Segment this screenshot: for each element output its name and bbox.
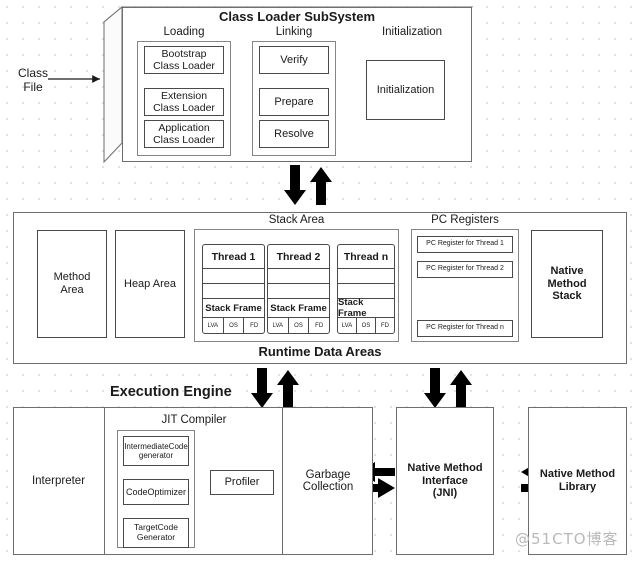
verify-step-label: Verify <box>280 53 308 66</box>
resolve-step[interactable]: Resolve <box>259 120 329 148</box>
native-method-library-line2: Library <box>558 481 597 493</box>
watermark: @51CTO博客 <box>515 530 619 548</box>
thread-n-name: Thread n <box>338 245 394 269</box>
native-method-stack-line1: Native <box>550 265 584 278</box>
thread-1-cell-lva: LVA <box>203 318 224 333</box>
native-method-interface-line1: Native Method <box>407 462 483 475</box>
pc-register-thread-2[interactable]: PC Register for Thread 2 <box>417 261 513 278</box>
thread-n-cell-lva: LVA <box>338 318 357 333</box>
linking-phase-title: Linking <box>275 26 313 38</box>
profiler-label: Profiler <box>224 476 260 489</box>
resolve-step-label: Resolve <box>274 127 314 140</box>
verify-step[interactable]: Verify <box>259 46 329 74</box>
initialization-box-label: Initialization <box>376 83 435 96</box>
thread-n-cell-fd: FD <box>381 322 389 329</box>
thread-2-stack-frame: Stack Frame <box>268 299 329 318</box>
jit-compiler-title: JIT Compiler <box>161 414 227 426</box>
garbage-collection-cell[interactable]: Garbage Collection <box>283 407 373 555</box>
application-class-loader-line2: Class Loader <box>153 134 215 146</box>
bootstrap-class-loader-line2: Class Loader <box>153 60 215 72</box>
prepare-step-label: Prepare <box>274 95 314 108</box>
intermediate-code-generator-line2: generator <box>138 451 174 460</box>
method-area-line1: Method <box>53 271 91 284</box>
code-optimizer-label: CodeOptimizer <box>125 486 187 497</box>
runtime-data-areas-title: Runtime Data Areas <box>258 344 382 359</box>
interpreter-cell[interactable]: Interpreter <box>13 407 105 555</box>
pc-registers-title: PC Registers <box>431 214 499 226</box>
native-method-stack-line2: Method <box>547 277 587 290</box>
thread-n-empty-slot-1 <box>338 269 394 284</box>
intermediate-code-generator-line1: IntermediateCode <box>124 441 188 451</box>
heap-area-label: Heap Area <box>124 277 176 290</box>
thread-1-stack[interactable]: Thread 1 Stack Frame LVA OS FD <box>202 244 265 334</box>
native-method-interface[interactable]: Native Method Interface (JNI) <box>396 407 494 555</box>
native-method-library-line1: Native Method <box>539 468 616 481</box>
pc-register-thread-n[interactable]: PC Register for Thread n <box>417 320 513 337</box>
thread-2-name: Thread 2 <box>268 245 329 269</box>
target-code-generator-line2: Generator <box>136 532 176 542</box>
native-method-stack-line3: Stack <box>552 290 582 303</box>
garbage-collection-line2: Collection <box>302 481 354 493</box>
thread-2-cell-lva: LVA <box>268 318 289 333</box>
thread-2-stack[interactable]: Thread 2 Stack Frame LVA OS FD <box>267 244 330 334</box>
initialization-box[interactable]: Initialization <box>366 60 445 120</box>
thread-1-stack-frame: Stack Frame <box>203 299 264 318</box>
bootstrap-class-loader-line1: Bootstrap <box>161 47 207 60</box>
extension-class-loader-line1: Extension <box>160 89 208 102</box>
application-class-loader-line1: Application <box>158 121 210 134</box>
thread-1-empty-slot-1 <box>203 269 264 284</box>
method-area-line2: Area <box>60 284 84 296</box>
extension-class-loader-line2: Class Loader <box>153 102 215 114</box>
class-loader-subsystem-title: Class Loader SubSystem <box>218 9 376 24</box>
interpreter-label: Interpreter <box>31 475 86 487</box>
profiler-box[interactable]: Profiler <box>210 470 274 495</box>
execution-engine-title: Execution Engine <box>110 384 232 400</box>
thread-1-cell-fd: FD <box>250 322 259 329</box>
class-file-label-line1: Class <box>17 66 48 80</box>
thread-n-cell-os: OS <box>357 318 376 333</box>
native-method-interface-line3: (JNI) <box>432 487 458 500</box>
heap-area[interactable]: Heap Area <box>115 230 185 338</box>
stack-area-title: Stack Area <box>268 214 325 226</box>
thread-2-empty-slot-2 <box>268 284 329 299</box>
thread-1-name: Thread 1 <box>203 245 264 269</box>
thread-2-empty-slot-1 <box>268 269 329 284</box>
thread-2-cell-fd: FD <box>315 322 324 329</box>
method-area[interactable]: Method Area <box>37 230 107 338</box>
prepare-step[interactable]: Prepare <box>259 88 329 116</box>
garbage-collection-line1: Garbage <box>305 469 351 481</box>
code-optimizer[interactable]: CodeOptimizer <box>123 479 189 505</box>
intermediate-code-generator[interactable]: IntermediateCode generator <box>123 436 189 466</box>
pc-register-thread-1[interactable]: PC Register for Thread 1 <box>417 236 513 253</box>
bootstrap-class-loader[interactable]: Bootstrap Class Loader <box>144 46 224 74</box>
initialization-phase-title: Initialization <box>381 26 443 38</box>
native-method-stack[interactable]: Native Method Stack <box>531 230 603 338</box>
extension-class-loader[interactable]: Extension Class Loader <box>144 88 224 116</box>
class-file-label: Class File <box>10 66 56 95</box>
native-method-interface-line2: Interface <box>422 474 468 487</box>
application-class-loader[interactable]: Application Class Loader <box>144 120 224 148</box>
loading-phase-title: Loading <box>163 26 205 38</box>
thread-n-stack[interactable]: Thread n Stack Frame LVA OS FD <box>337 244 395 334</box>
thread-n-stack-frame: Stack Frame <box>338 297 394 319</box>
thread-1-empty-slot-2 <box>203 284 264 299</box>
thread-1-cell-os: OS <box>224 318 245 333</box>
thread-2-cell-os: OS <box>289 318 310 333</box>
target-code-generator[interactable]: TargetCode Generator <box>123 518 189 548</box>
class-file-label-line2: File <box>23 79 43 94</box>
